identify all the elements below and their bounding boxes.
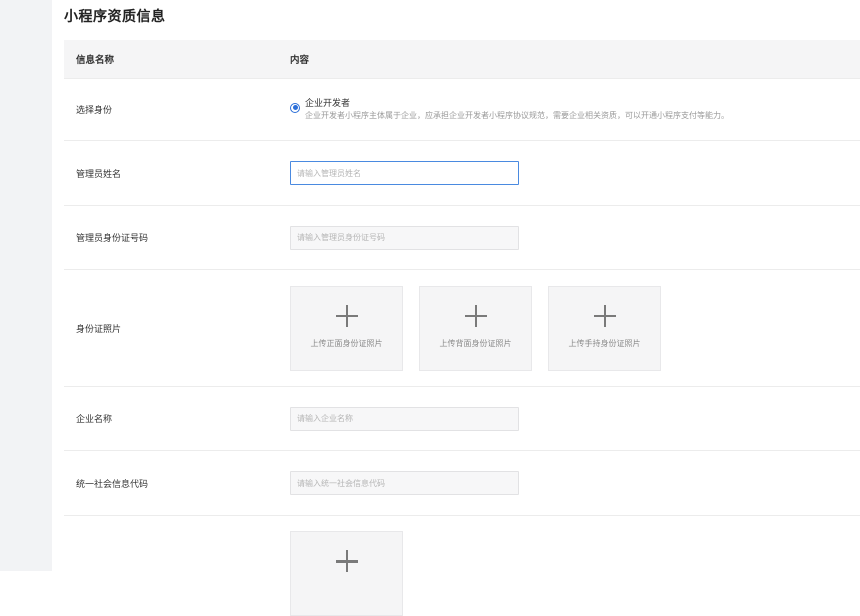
admin-id-input[interactable] [290,225,519,250]
plus-icon [335,550,358,572]
upload-back-id-button[interactable]: 上传背面身份证照片 [419,285,532,371]
form-row-admin-name: 管理员姓名 [64,140,860,205]
plus-icon [593,304,616,327]
admin-name-content [290,161,860,185]
more-upload-content [290,516,860,616]
admin-id-content [290,225,860,250]
credit-code-label: 统一社会信息代码 [76,479,149,490]
enterprise-developer-text: 企业开发者 企业开发者小程序主体属于企业，应承担企业开发者小程序协议规范，需要企… [305,98,729,122]
header-info-name: 信息名称 [76,55,115,66]
form-row-credit-code: 统一社会信息代码 [64,450,860,515]
company-name-content [290,406,860,431]
credit-code-content [290,471,860,495]
admin-name-label: 管理员姓名 [76,169,122,180]
table-header: 信息名称 内容 [64,40,860,78]
upload-handheld-id-button[interactable]: 上传手持身份证照片 [548,285,661,371]
form-row-admin-id: 管理员身份证号码 [64,205,860,269]
enterprise-developer-title: 企业开发者 [305,98,351,109]
qualification-form-table: 信息名称 内容 选择身份 企业开发者 企业开发者小程序主体属于企业，应承担企业开… [64,40,860,616]
left-gutter [0,0,52,571]
header-content: 内容 [290,55,310,66]
page-title: 小程序资质信息 [64,9,166,25]
form-row-company-name: 企业名称 [64,386,860,450]
form-row-identity: 选择身份 企业开发者 企业开发者小程序主体属于企业，应承担企业开发者小程序协议规… [64,78,860,140]
radio-dot [292,105,298,110]
enterprise-developer-desc: 企业开发者小程序主体属于企业，应承担企业开发者小程序协议规范，需要企业相关资质，… [305,110,729,120]
upload-front-id-button[interactable]: 上传正面身份证照片 [290,285,403,371]
form-row-more-upload [64,515,860,616]
identity-content: 企业开发者 企业开发者小程序主体属于企业，应承担企业开发者小程序协议规范，需要企… [290,98,860,122]
id-photos-content: 上传正面身份证照片 上传背面身份证照片 上传手持身份证照片 [290,285,860,371]
plus-icon [464,304,487,327]
form-row-id-photos: 身份证照片 上传正面身份证照片 上传背面身份证照片 上传手持身份证照片 [64,269,860,386]
company-name-input[interactable] [290,406,519,431]
upload-back-id-label: 上传背面身份证照片 [439,338,512,348]
admin-name-input[interactable] [290,161,519,185]
upload-more-button[interactable] [290,531,403,616]
identity-label: 选择身份 [76,106,113,116]
credit-code-input[interactable] [290,471,519,495]
upload-handheld-id-label: 上传手持身份证照片 [568,338,641,348]
enterprise-developer-option[interactable]: 企业开发者 企业开发者小程序主体属于企业，应承担企业开发者小程序协议规范，需要企… [290,98,729,122]
id-photos-label: 身份证照片 [76,324,122,335]
upload-front-id-label: 上传正面身份证照片 [310,338,383,348]
radio-selected-icon[interactable] [290,102,300,113]
company-name-label: 企业名称 [76,415,113,425]
plus-icon [335,304,358,327]
admin-id-label: 管理员身份证号码 [76,234,149,244]
